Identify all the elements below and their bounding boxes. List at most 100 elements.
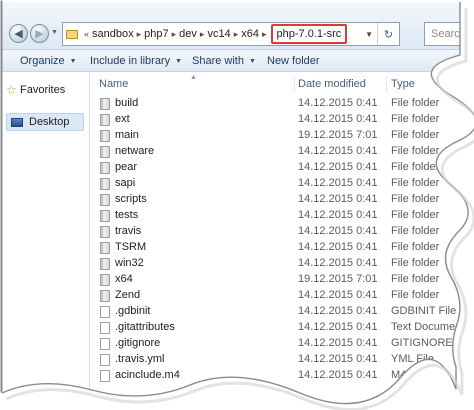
recent-pages-dropdown[interactable]: ▼ [51,29,58,36]
file-type: File folder [391,193,440,205]
search-input[interactable]: Search [424,22,474,46]
column-header-date-modified[interactable]: Date modified [298,74,366,94]
breadcrumb-vc14[interactable]: vc14 [207,28,230,40]
breadcrumb-separator-icon[interactable]: ▸ [197,29,208,40]
breadcrumb-x64[interactable]: x64 [241,28,259,40]
file-name: Zend [115,289,141,301]
file-type: File folder [391,273,440,285]
column-date-label: Date modified [298,78,366,90]
folder-icon [100,114,110,126]
file-row[interactable]: pear 14.12.2015 0:41 File folder [98,160,474,176]
include-in-library-menu[interactable]: Include in library ▼ [90,53,182,69]
star-icon: ☆ [6,83,17,97]
file-name: sapi [115,177,136,189]
file-row[interactable]: TSRM 14.12.2015 0:41 File folder [98,240,474,256]
file-row[interactable]: netware 14.12.2015 0:41 File folder [98,144,474,160]
include-in-library-label: Include in library [90,55,171,67]
column-header-type[interactable]: Type [391,74,415,94]
file-date-modified: 14.12.2015 0:41 [298,305,378,317]
new-folder-button[interactable]: New folder [267,53,320,69]
command-bar: Organize ▼ Include in library ▼ Share with… [0,50,474,72]
file-name: build [115,97,139,109]
breadcrumb-separator-icon[interactable]: ▸ [134,29,145,40]
file-name: scripts [115,193,147,205]
file-name: ext [115,113,130,125]
address-dropdown-icon[interactable]: ▼ [365,23,373,45]
address-bar[interactable]: « sandbox ▸ php7 ▸ dev ▸ vc14 ▸ x64 ▸ ph… [62,22,400,46]
search-placeholder: Search [431,28,466,40]
file-type: File folder [391,97,440,109]
file-row[interactable]: .gitattributes 14.12.2015 0:41 Text Docume… [98,320,474,336]
breadcrumb-separator-icon[interactable]: ▸ [169,29,180,40]
file-date-modified: 19.12.2015 7:01 [298,273,378,285]
chevron-down-icon: ▼ [69,57,77,65]
file-row[interactable]: build 14.12.2015 0:41 File folder [98,96,474,112]
file-date-modified: 14.12.2015 0:41 [298,145,378,157]
refresh-icon[interactable]: ↻ [377,23,399,45]
file-date-modified: 19.12.2015 7:01 [298,129,378,141]
desktop-label: Desktop [29,116,70,128]
file-type: File folder [391,289,440,301]
column-header-name[interactable]: Name [99,74,128,94]
file-row[interactable]: Zend 14.12.2015 0:41 File folder [98,288,474,304]
breadcrumb-separator-icon[interactable]: ▸ [231,29,242,40]
file-row[interactable]: win32 14.12.2015 0:41 File folder [98,256,474,272]
file-row[interactable]: sapi 14.12.2015 0:41 File folder [98,176,474,192]
file-type: M4 File [391,369,428,381]
folder-icon [100,210,110,222]
file-date-modified: 14.12.2015 0:41 [298,289,378,301]
sort-ascending-icon: ▲ [190,74,197,81]
file-date-modified: 14.12.2015 0:41 [298,353,378,365]
column-type-label: Type [391,78,415,90]
file-type: File folder [391,241,440,253]
file-row[interactable]: x64 19.12.2015 7:01 File folder [98,272,474,288]
breadcrumb-sandbox[interactable]: sandbox [92,28,134,40]
breadcrumb-dev[interactable]: dev [179,28,197,40]
file-date-modified: 14.12.2015 0:41 [298,161,378,173]
file-row[interactable]: tests 14.12.2015 0:41 File folder [98,208,474,224]
file-name: x64 [115,273,133,285]
folder-icon [100,274,110,286]
breadcrumb-current-folder[interactable]: php-7.0.1-src [270,24,348,44]
desktop-icon [11,117,23,127]
organize-menu[interactable]: Organize ▼ [20,53,77,69]
file-name: win32 [115,257,144,269]
file-row[interactable]: .gitignore 14.12.2015 0:41 GITIGNORE File [98,336,474,352]
breadcrumb-php7[interactable]: php7 [144,28,168,40]
file-icon [100,306,110,318]
file-date-modified: 14.12.2015 0:41 [298,193,378,205]
file-date-modified: 14.12.2015 0:41 [298,177,378,189]
favorites-label: Favorites [20,84,66,96]
file-name: .travis.yml [115,353,165,365]
forward-button[interactable]: ▶ [30,24,49,43]
folder-icon [100,130,110,142]
organize-label: Organize [20,55,65,67]
arrow-left-icon: ◀ [14,28,23,40]
back-button[interactable]: ◀ [9,24,28,43]
column-divider[interactable] [294,76,295,92]
nav-item-desktop[interactable]: Desktop [6,113,84,131]
file-name: .gitattributes [115,321,175,333]
folder-icon [100,258,110,270]
file-type: File folder [391,209,440,221]
file-row[interactable]: ext 14.12.2015 0:41 File folder [98,112,474,128]
breadcrumb-separator-icon[interactable]: ▸ [259,29,270,40]
file-date-modified: 14.12.2015 0:41 [298,369,378,381]
nav-item-favorites[interactable]: ☆ Favorites [6,81,84,99]
file-row[interactable]: .travis.yml 14.12.2015 0:41 YML File [98,352,474,368]
file-row[interactable]: scripts 14.12.2015 0:41 File folder [98,192,474,208]
file-date-modified: 14.12.2015 0:41 [298,337,378,349]
file-name: .gitignore [115,337,161,349]
file-type: File folder [391,257,440,269]
file-row[interactable]: .gdbinit 14.12.2015 0:41 GDBINIT File [98,304,474,320]
file-row[interactable]: main 19.12.2015 7:01 File folder [98,128,474,144]
file-row[interactable]: travis 14.12.2015 0:41 File folder [98,224,474,240]
file-type: GDBINIT File [391,305,457,317]
folder-icon [63,23,81,45]
file-row[interactable]: acinclude.m4 14.12.2015 0:41 M4 File [98,368,474,384]
share-with-menu[interactable]: Share with ▼ [192,53,256,69]
column-name-label: Name [99,78,129,90]
file-type: File folder [391,145,440,157]
column-divider[interactable] [386,76,387,92]
overflow-chevron-icon[interactable]: « [81,29,92,39]
